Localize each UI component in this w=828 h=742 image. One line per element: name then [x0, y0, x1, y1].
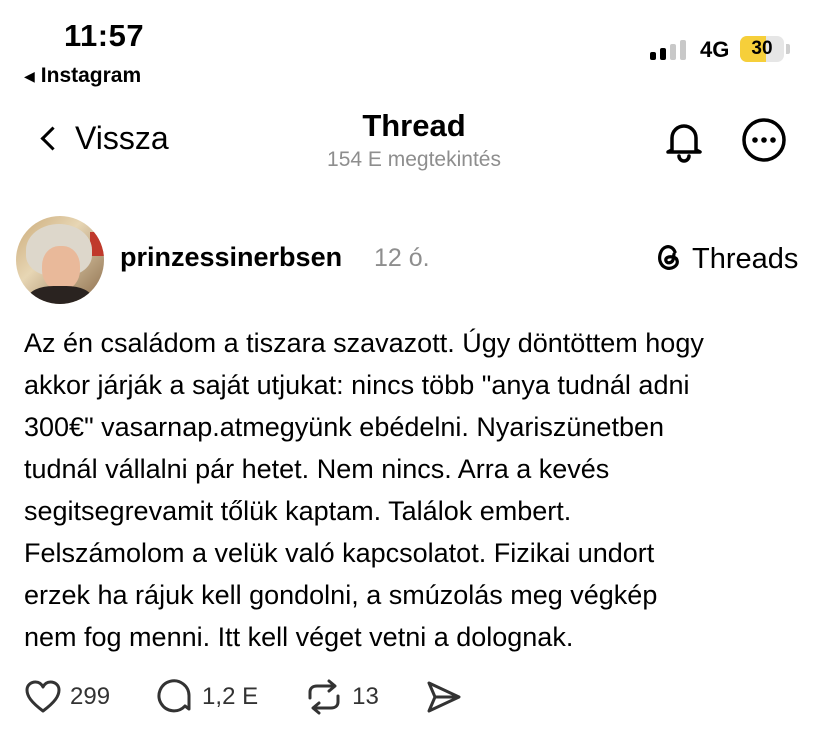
like-button[interactable]: 299: [24, 679, 110, 715]
status-time: 11:57: [64, 18, 145, 53]
post-text-line: 300€" vasarnap.atmegyünk ebédelni. Nyari…: [24, 412, 664, 442]
send-icon: [425, 679, 463, 715]
post-time: 12 ó.: [374, 244, 430, 272]
post-text: Az én családom a tiszara szavazott. Úgy …: [24, 322, 814, 658]
repost-icon: [304, 678, 344, 716]
triangle-left-icon: ◀: [24, 67, 35, 84]
comment-count: 1,2 E: [202, 683, 259, 710]
back-app-label: Instagram: [40, 64, 142, 87]
threads-logo-icon: [652, 240, 686, 279]
post-text-line: nem fog menni. Itt kell véget vetni a do…: [24, 622, 574, 652]
battery-level: 30: [751, 38, 773, 59]
view-count: 154 E megtekintés: [327, 148, 501, 171]
comment-icon: [156, 678, 194, 716]
back-to-app-link[interactable]: ◀ Instagram: [24, 64, 141, 88]
more-icon[interactable]: [740, 116, 788, 169]
repost-count: 13: [352, 683, 379, 710]
network-type: 4G: [700, 37, 730, 62]
back-button[interactable]: Vissza: [36, 120, 169, 157]
chevron-left-icon: [40, 126, 65, 151]
threads-brand-link[interactable]: Threads: [652, 240, 798, 279]
post-text-line: erzek ha rájuk kell gondolni, a smúzolás…: [24, 580, 658, 610]
bell-icon[interactable]: [660, 116, 708, 169]
post-text-line: tudnál vállalni pár hetet. Nem nincs. Ar…: [24, 454, 610, 484]
heart-icon: [24, 679, 62, 715]
post-text-line: Az én családom a tiszara szavazott. Úgy …: [24, 328, 704, 358]
share-button[interactable]: [425, 679, 463, 715]
username[interactable]: prinzessinerbsen: [120, 242, 342, 273]
comment-button[interactable]: 1,2 E: [156, 678, 258, 716]
threads-brand-label: Threads: [692, 243, 799, 275]
back-label: Vissza: [75, 120, 169, 156]
like-count: 299: [70, 683, 111, 710]
repost-button[interactable]: 13: [304, 678, 379, 716]
post-actions: 299 1,2 E 13: [24, 676, 509, 718]
post-text-line: Felszámolom a velük való kapcsolatot. Fi…: [24, 538, 655, 568]
cellular-signal-icon: [650, 38, 686, 60]
post-text-line: akkor járják a saját utjukat: nincs több…: [24, 370, 690, 400]
page-title: Thread: [362, 108, 466, 143]
post-text-line: segitsegrevamit tőlük kaptam. Találok em…: [24, 496, 572, 526]
avatar[interactable]: [16, 216, 104, 304]
battery-icon: 30: [740, 36, 792, 62]
